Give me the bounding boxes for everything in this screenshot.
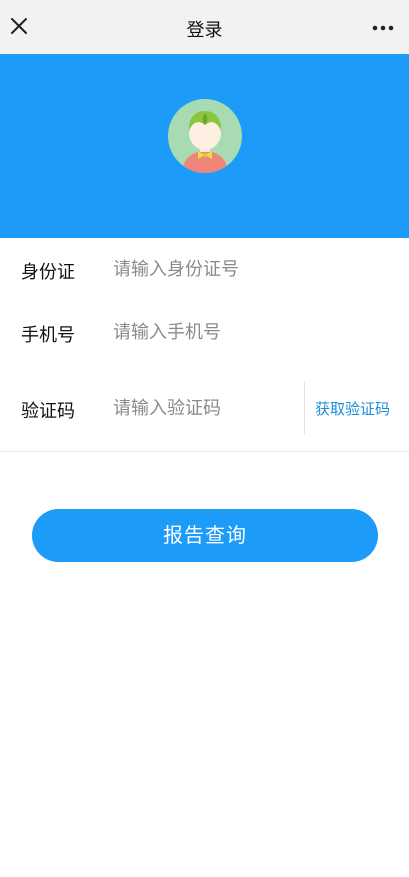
page-title: 登录 xyxy=(186,20,223,41)
more-horizontal-icon[interactable] xyxy=(369,15,399,39)
form-divider xyxy=(0,451,409,452)
user-avatar-icon xyxy=(168,99,242,173)
id-card-label: 身份证 xyxy=(21,262,75,283)
phone-row: 手机号 xyxy=(0,301,409,363)
report-query-button[interactable]: 报告查询 xyxy=(32,509,378,562)
id-card-row: 身份证 xyxy=(0,238,409,300)
code-divider xyxy=(304,381,305,435)
code-label: 验证码 xyxy=(21,401,75,422)
navigation-bar: 登录 xyxy=(0,0,409,54)
get-code-button[interactable]: 获取验证码 xyxy=(315,398,390,419)
id-card-input[interactable] xyxy=(113,252,293,286)
code-input[interactable] xyxy=(113,391,293,425)
phone-label: 手机号 xyxy=(21,325,75,346)
phone-input[interactable] xyxy=(113,315,293,349)
